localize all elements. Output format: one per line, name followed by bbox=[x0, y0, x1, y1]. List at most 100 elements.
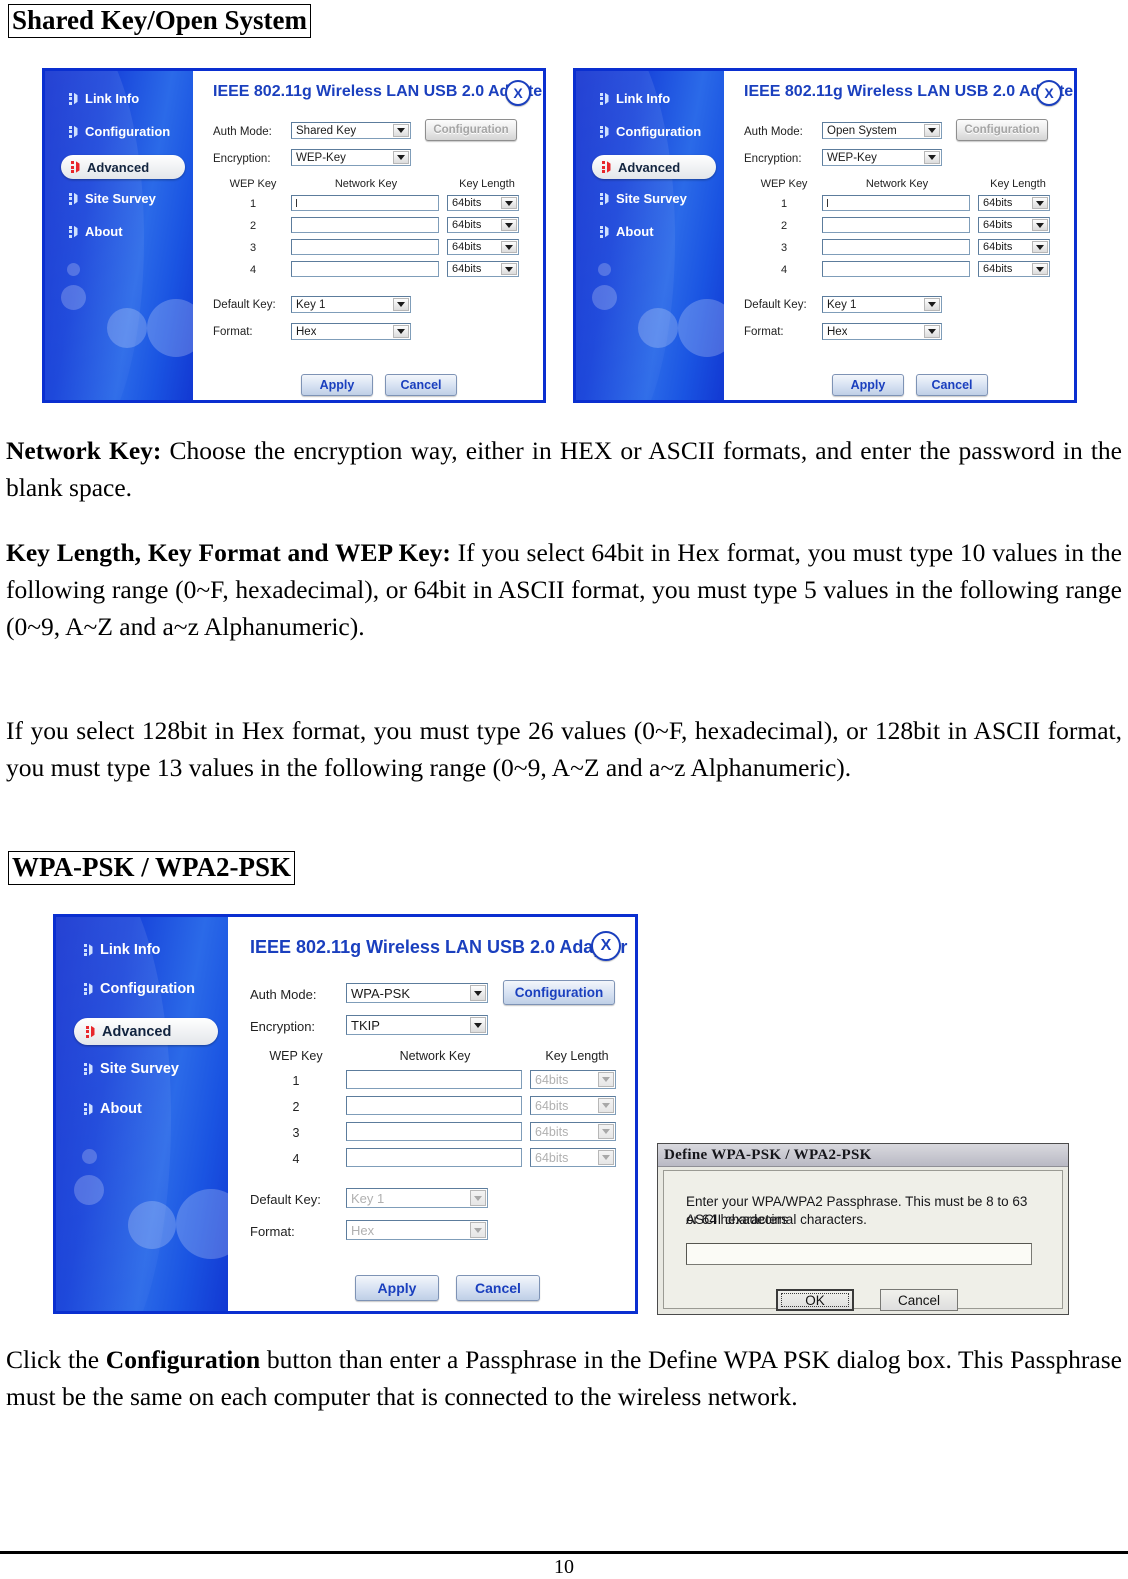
paragraph-key-length: Key Length, Key Format and WEP Key: If y… bbox=[6, 534, 1122, 645]
key-length-select-3[interactable]: 64bits bbox=[530, 1122, 616, 1141]
close-icon[interactable]: X bbox=[505, 80, 531, 106]
chevron-down-icon[interactable] bbox=[501, 197, 517, 209]
chevron-down-icon[interactable] bbox=[470, 985, 486, 1001]
sidebar-item-about[interactable]: About bbox=[69, 224, 123, 239]
default-key-select[interactable]: Key 1 bbox=[822, 296, 942, 313]
chevron-down-icon[interactable] bbox=[501, 263, 517, 275]
chevron-down-icon[interactable] bbox=[924, 124, 940, 137]
chevron-down-icon[interactable] bbox=[1032, 219, 1048, 231]
apply-button[interactable]: Apply bbox=[832, 374, 904, 396]
key-length-select-4[interactable]: 64bits bbox=[447, 261, 519, 277]
network-key-input-3[interactable] bbox=[346, 1122, 522, 1141]
network-key-input-1[interactable] bbox=[822, 195, 970, 211]
key-length-select-1[interactable]: 64bits bbox=[530, 1070, 616, 1089]
close-icon[interactable]: X bbox=[591, 931, 621, 961]
default-key-select[interactable]: Key 1 bbox=[291, 296, 411, 313]
format-label: Format: bbox=[213, 326, 253, 338]
chevron-down-icon[interactable] bbox=[501, 219, 517, 231]
format-select[interactable]: Hex bbox=[822, 323, 942, 340]
chevron-down-icon[interactable] bbox=[501, 241, 517, 253]
chevron-down-icon[interactable] bbox=[393, 151, 409, 164]
chevron-down-icon[interactable] bbox=[924, 298, 940, 311]
encryption-select[interactable]: WEP-Key bbox=[822, 149, 942, 166]
decorative-bubble bbox=[176, 1189, 228, 1259]
key-length-select-1[interactable]: 64bits bbox=[978, 195, 1050, 211]
key-length-select-3[interactable]: 64bits bbox=[978, 239, 1050, 255]
chevron-down-icon[interactable] bbox=[393, 298, 409, 311]
chevron-down-icon[interactable] bbox=[924, 151, 940, 164]
auth-mode-label: Auth Mode: bbox=[250, 987, 317, 1002]
key-length-select-2[interactable]: 64bits bbox=[447, 217, 519, 233]
chevron-down-icon[interactable] bbox=[1032, 263, 1048, 275]
apply-button[interactable]: Apply bbox=[301, 374, 373, 396]
decorative-bubble bbox=[67, 263, 80, 276]
key-length-value: 64bits bbox=[983, 263, 1013, 275]
sidebar-item-about[interactable]: About bbox=[84, 1101, 142, 1117]
sidebar-item-advanced[interactable]: Advanced bbox=[61, 155, 185, 179]
key-length-value: 64bits bbox=[535, 1072, 569, 1087]
default-key-label: Default Key: bbox=[213, 299, 276, 311]
format-select[interactable]: Hex bbox=[346, 1220, 488, 1240]
decorative-bubble bbox=[678, 299, 724, 357]
sidebar-item-link-info[interactable]: Link Info bbox=[600, 91, 670, 106]
configuration-button[interactable]: Configuration bbox=[503, 980, 615, 1005]
wep-key-row-number: 4 bbox=[249, 264, 257, 276]
chevron-down-icon[interactable] bbox=[1032, 241, 1048, 253]
key-length-value: 64bits bbox=[535, 1150, 569, 1165]
key-length-select-4[interactable]: 64bits bbox=[530, 1148, 616, 1167]
sidebar-item-advanced[interactable]: Advanced bbox=[74, 1018, 218, 1045]
sidebar-item-advanced[interactable]: Advanced bbox=[592, 155, 716, 179]
cancel-button[interactable]: Cancel bbox=[456, 1275, 540, 1301]
encryption-select[interactable]: TKIP bbox=[346, 1015, 488, 1035]
chevron-down-icon[interactable] bbox=[393, 325, 409, 338]
encryption-select[interactable]: WEP-Key bbox=[291, 149, 411, 166]
cancel-button[interactable]: Cancel bbox=[385, 374, 457, 396]
chevron-down-icon[interactable] bbox=[393, 124, 409, 137]
auth-mode-select[interactable]: Open System bbox=[822, 122, 942, 139]
nav-bullet-icon bbox=[69, 92, 78, 105]
apply-button[interactable]: Apply bbox=[355, 1275, 439, 1301]
chevron-down-icon[interactable] bbox=[924, 325, 940, 338]
sidebar-item-configuration[interactable]: Configuration bbox=[600, 124, 701, 139]
network-key-input-4[interactable] bbox=[291, 261, 439, 277]
chevron-down-icon[interactable] bbox=[1032, 197, 1048, 209]
key-length-select-3[interactable]: 64bits bbox=[447, 239, 519, 255]
default-key-select[interactable]: Key 1 bbox=[346, 1188, 488, 1208]
network-key-input-1[interactable] bbox=[291, 195, 439, 211]
sidebar-item-site-survey[interactable]: Site Survey bbox=[600, 191, 687, 206]
network-key-input-2[interactable] bbox=[822, 217, 970, 233]
sidebar-item-about[interactable]: About bbox=[600, 224, 654, 239]
default-key-value: Key 1 bbox=[351, 1190, 385, 1206]
sidebar-item-configuration[interactable]: Configuration bbox=[69, 124, 170, 139]
ok-button[interactable]: OK bbox=[776, 1289, 854, 1311]
key-length-lead: Key Length, Key Format and WEP Key: bbox=[6, 538, 451, 567]
network-key-input-4[interactable] bbox=[346, 1148, 522, 1167]
dialog-cancel-button[interactable]: Cancel bbox=[880, 1289, 958, 1311]
key-length-select-4[interactable]: 64bits bbox=[978, 261, 1050, 277]
sidebar-item-link-info[interactable]: Link Info bbox=[69, 91, 139, 106]
close-icon[interactable]: X bbox=[1036, 80, 1062, 106]
key-length-select-2[interactable]: 64bits bbox=[978, 217, 1050, 233]
chevron-down-icon bbox=[598, 1150, 614, 1165]
cancel-button[interactable]: Cancel bbox=[916, 374, 988, 396]
passphrase-input[interactable] bbox=[686, 1243, 1032, 1265]
chevron-down-icon[interactable] bbox=[470, 1017, 486, 1033]
network-key-input-3[interactable] bbox=[291, 239, 439, 255]
auth-mode-select[interactable]: Shared Key bbox=[291, 122, 411, 139]
network-key-input-4[interactable] bbox=[822, 261, 970, 277]
sidebar-item-link-info[interactable]: Link Info bbox=[84, 942, 160, 958]
sidebar-item-label: About bbox=[100, 1101, 142, 1117]
sidebar-item-site-survey[interactable]: Site Survey bbox=[84, 1061, 179, 1077]
sidebar-item-label: Link Info bbox=[100, 942, 161, 958]
auth-mode-select[interactable]: WPA-PSK bbox=[346, 983, 488, 1003]
network-key-input-3[interactable] bbox=[822, 239, 970, 255]
format-select[interactable]: Hex bbox=[291, 323, 411, 340]
window-sidebar: Link Info Configuration Advanced Site Su… bbox=[56, 917, 228, 1311]
network-key-input-2[interactable] bbox=[291, 217, 439, 233]
network-key-input-2[interactable] bbox=[346, 1096, 522, 1115]
key-length-select-2[interactable]: 64bits bbox=[530, 1096, 616, 1115]
key-length-select-1[interactable]: 64bits bbox=[447, 195, 519, 211]
sidebar-item-site-survey[interactable]: Site Survey bbox=[69, 191, 156, 206]
network-key-input-1[interactable] bbox=[346, 1070, 522, 1089]
sidebar-item-configuration[interactable]: Configuration bbox=[84, 981, 195, 997]
